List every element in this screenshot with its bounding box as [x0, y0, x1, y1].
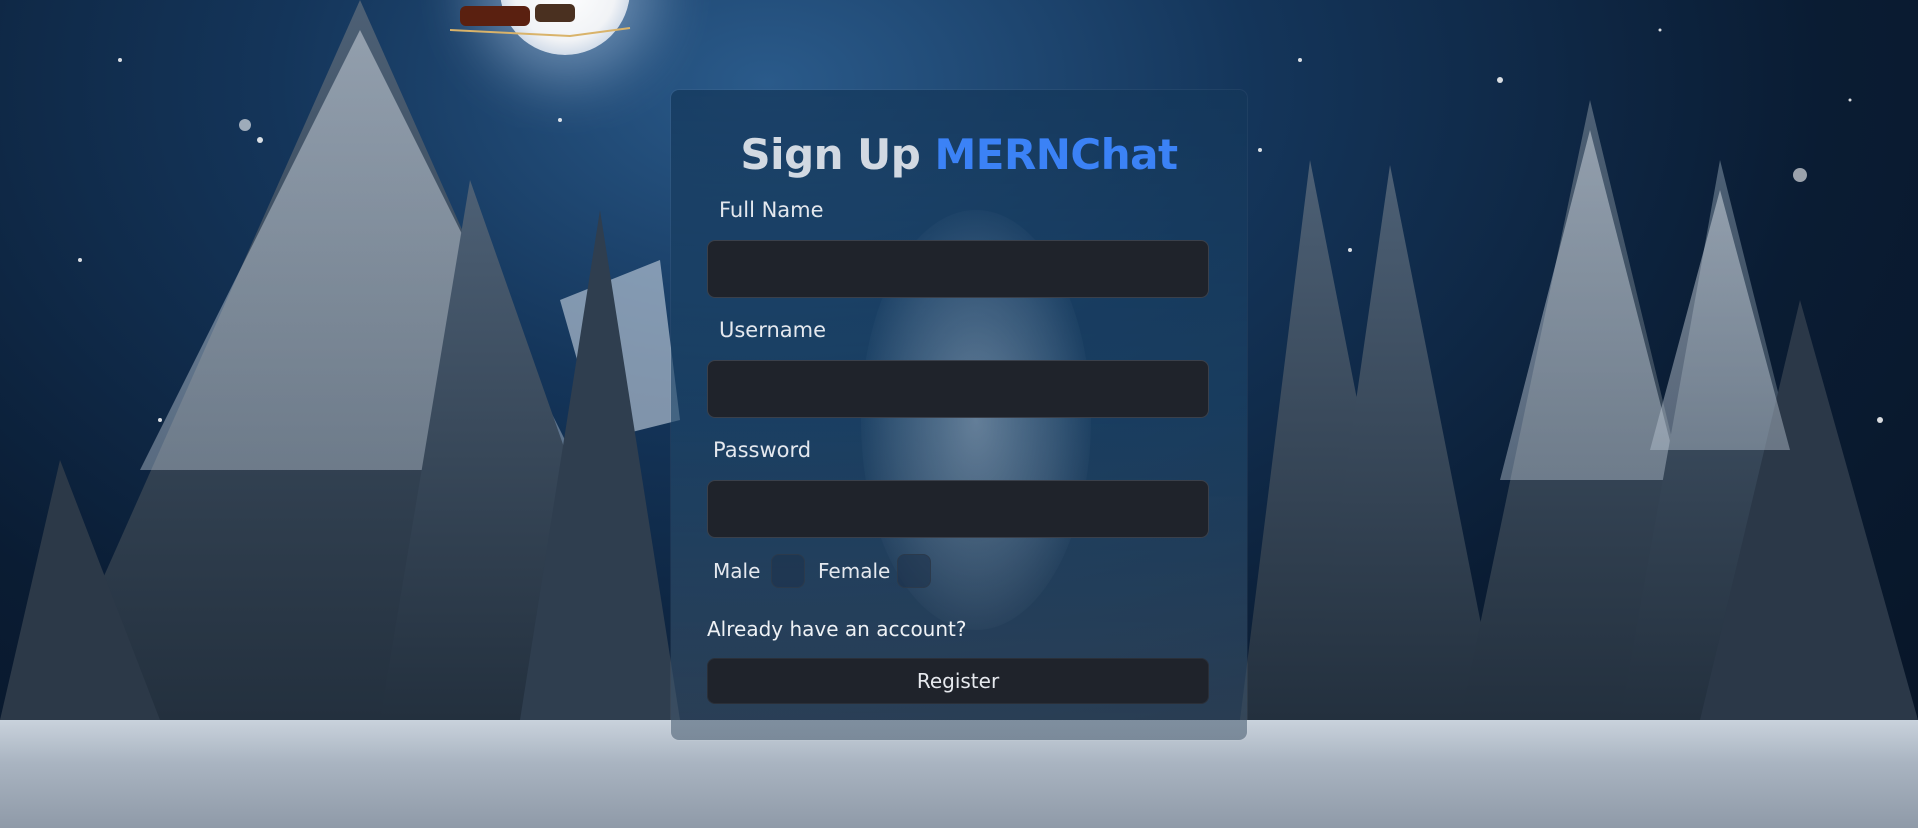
gender-female-label: Female	[818, 559, 891, 583]
password-input[interactable]	[707, 480, 1209, 538]
full-name-label: Full Name	[719, 198, 824, 222]
page-title: Sign Up MERNChat	[671, 130, 1247, 179]
signup-card: Sign Up MERNChat Full Name Username Pass…	[671, 90, 1247, 740]
register-button[interactable]: Register	[707, 658, 1209, 704]
title-prefix: Sign Up	[740, 130, 921, 179]
full-name-input[interactable]	[707, 240, 1209, 298]
login-background: Sign Up MERNChat Full Name Username Pass…	[0, 0, 1918, 828]
gender-male-checkbox[interactable]	[771, 554, 805, 588]
login-link[interactable]: Already have an account?	[707, 617, 966, 641]
username-input[interactable]	[707, 360, 1209, 418]
brand-name: MERNChat	[934, 130, 1178, 179]
username-label: Username	[719, 318, 827, 342]
gender-female-checkbox[interactable]	[897, 554, 931, 588]
password-label: Password	[713, 438, 812, 462]
gender-male-label: Male	[713, 559, 761, 583]
